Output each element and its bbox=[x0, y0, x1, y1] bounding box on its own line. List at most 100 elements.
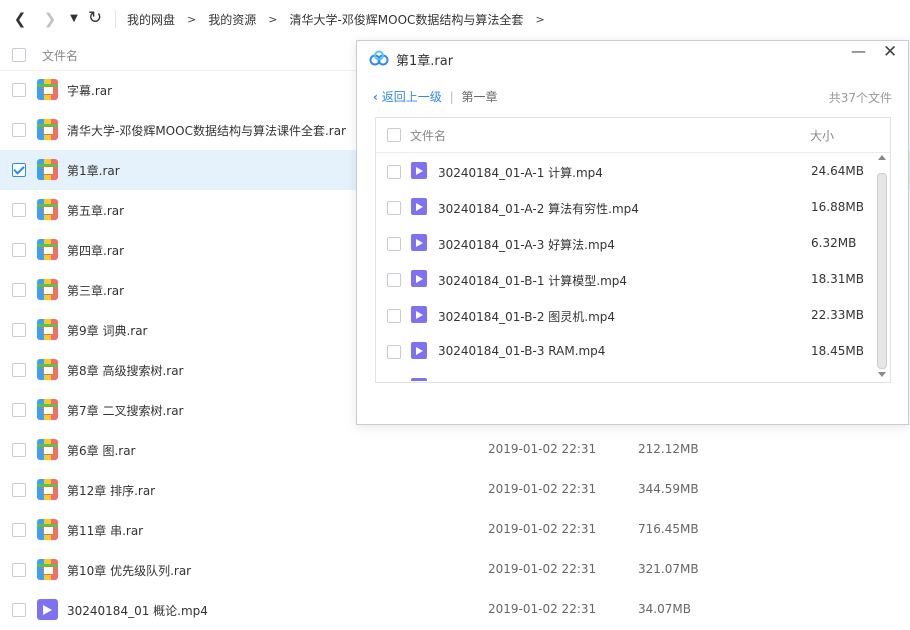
archive-file-table: 文件名 大小 30240184_01-A-1 计算.mp4 24.64MB 3024… bbox=[375, 117, 891, 383]
archive-file-icon bbox=[37, 559, 58, 580]
back-arrow-icon[interactable]: ❮ bbox=[12, 9, 28, 29]
archive-select-all-checkbox[interactable] bbox=[387, 128, 401, 142]
file-name[interactable]: 第8章 高级搜索树.rar bbox=[67, 362, 184, 379]
file-name[interactable]: 第五章.rar bbox=[67, 202, 124, 219]
row-checkbox[interactable] bbox=[12, 483, 26, 497]
scroll-down-icon[interactable] bbox=[878, 372, 886, 377]
archive-file-icon bbox=[37, 119, 58, 140]
file-name[interactable]: 第三章.rar bbox=[67, 282, 124, 299]
archive-file-name[interactable]: 30240184_01-B-3 RAM.mp4 bbox=[438, 344, 605, 358]
archive-file-row[interactable]: 30240184_01-A-3 好算法.mp4 6.32MB bbox=[376, 225, 876, 261]
archive-file-row[interactable]: 30240184_01-A-1 计算.mp4 24.64MB bbox=[376, 153, 876, 189]
file-row[interactable]: 第6章 图.rar 2019-01-02 22:31 212.12MB bbox=[0, 430, 910, 470]
archive-row-checkbox[interactable] bbox=[387, 165, 401, 179]
video-file-icon bbox=[411, 378, 427, 381]
archive-file-icon bbox=[37, 479, 58, 500]
file-size: 716.45MB bbox=[638, 522, 699, 536]
archive-file-row[interactable]: 30240184_01-B-1 计算模型.mp4 18.31MB bbox=[376, 261, 876, 297]
archive-row-checkbox[interactable] bbox=[387, 309, 401, 323]
refresh-icon[interactable]: ↻ bbox=[86, 8, 104, 28]
archive-file-row[interactable]: 30240184_01-A-2 算法有穷性.mp4 16.88MB bbox=[376, 189, 876, 225]
breadcrumb-separator: > bbox=[187, 12, 197, 26]
row-checkbox[interactable] bbox=[12, 443, 26, 457]
row-checkbox[interactable] bbox=[12, 603, 26, 617]
caret-down-icon[interactable]: ▼ bbox=[68, 9, 80, 29]
file-modified-date: 2019-01-02 22:31 bbox=[488, 562, 597, 576]
file-name[interactable]: 30240184_01 概论.mp4 bbox=[67, 602, 208, 619]
back-to-parent-label: 返回上一级 bbox=[381, 90, 442, 104]
row-checkbox[interactable] bbox=[12, 283, 26, 297]
archive-row-checkbox[interactable] bbox=[387, 273, 401, 287]
video-file-icon bbox=[411, 270, 427, 287]
file-name[interactable]: 清华大学-邓俊辉MOOC数据结构与算法课件全套.rar bbox=[67, 122, 346, 139]
archive-row-checkbox[interactable] bbox=[387, 345, 401, 359]
file-name[interactable]: 第6章 图.rar bbox=[67, 442, 136, 459]
row-checkbox[interactable] bbox=[12, 563, 26, 577]
archive-file-size: 22.33MB bbox=[811, 308, 864, 322]
row-checkbox[interactable] bbox=[12, 83, 26, 97]
file-row[interactable]: 30240184_01 概论.mp4 2019-01-02 22:31 34.07M… bbox=[0, 590, 910, 630]
archive-file-name[interactable]: 30240184_01-B-1 计算模型.mp4 bbox=[438, 272, 627, 289]
breadcrumb-item-my-resources[interactable]: 我的资源 bbox=[208, 11, 256, 28]
file-size: 34.07MB bbox=[638, 602, 691, 616]
file-name[interactable]: 第11章 串.rar bbox=[67, 522, 143, 539]
file-name[interactable]: 字幕.rar bbox=[67, 82, 112, 99]
scroll-thumb[interactable] bbox=[877, 173, 887, 369]
row-checkbox[interactable] bbox=[12, 323, 26, 337]
close-icon[interactable]: ✕ bbox=[883, 42, 897, 62]
file-size: 344.59MB bbox=[638, 482, 699, 496]
row-checkbox[interactable] bbox=[12, 203, 26, 217]
archive-file-size: 18.45MB bbox=[811, 344, 864, 358]
file-row[interactable]: 第11章 串.rar 2019-01-02 22:31 716.45MB bbox=[0, 510, 910, 550]
breadcrumb-expand[interactable]: > bbox=[535, 13, 544, 26]
archive-scrollbar[interactable] bbox=[876, 153, 890, 381]
row-checkbox[interactable] bbox=[12, 123, 26, 137]
archive-file-row[interactable]: 30240184_01-B-3 RAM.mp4 18.45MB bbox=[376, 333, 876, 369]
select-all-checkbox[interactable] bbox=[12, 48, 26, 62]
back-to-parent-link[interactable]: ‹ 返回上一级 bbox=[373, 90, 446, 104]
archive-file-icon bbox=[37, 519, 58, 540]
breadcrumb-item-my-disk[interactable]: 我的网盘 bbox=[127, 11, 175, 28]
scroll-up-icon[interactable] bbox=[878, 155, 886, 160]
archive-file-row[interactable]: 30240184_01-B-2 图灵机.mp4 22.33MB bbox=[376, 297, 876, 333]
row-checkbox[interactable] bbox=[12, 163, 26, 177]
file-name[interactable]: 第9章 词典.rar bbox=[67, 322, 148, 339]
file-modified-date: 2019-01-02 22:31 bbox=[488, 482, 597, 496]
forward-arrow-icon[interactable]: ❯ bbox=[42, 9, 58, 29]
file-name[interactable]: 第四章.rar bbox=[67, 242, 124, 259]
file-name[interactable]: 第7章 二叉搜索树.rar bbox=[67, 402, 184, 419]
dialog-titlebar[interactable]: 第1章.rar — ✕ bbox=[357, 41, 908, 75]
archive-column-size[interactable]: 大小 bbox=[810, 127, 834, 144]
archive-file-name[interactable]: 30240184_01-B-2 图灵机.mp4 bbox=[438, 308, 615, 325]
archive-file-row[interactable]: 30240184_01-C-1 大O记号.mp4 10.36MB bbox=[376, 369, 876, 381]
archive-row-checkbox[interactable] bbox=[387, 237, 401, 251]
dialog-nav: ‹ 返回上一级 | 第一章 bbox=[373, 88, 498, 105]
video-file-icon bbox=[411, 234, 427, 251]
archive-file-size: 16.88MB bbox=[811, 200, 864, 214]
column-header-filename[interactable]: 文件名 bbox=[42, 47, 78, 64]
row-checkbox[interactable] bbox=[12, 243, 26, 257]
file-row[interactable]: 第12章 排序.rar 2019-01-02 22:31 344.59MB bbox=[0, 470, 910, 510]
archive-column-filename[interactable]: 文件名 bbox=[410, 127, 446, 144]
file-name[interactable]: 第1章.rar bbox=[67, 162, 120, 179]
row-checkbox[interactable] bbox=[12, 363, 26, 377]
archive-file-name[interactable]: 30240184_01-A-2 算法有穷性.mp4 bbox=[438, 200, 639, 217]
breadcrumb-item-current-folder[interactable]: 清华大学-邓俊辉MOOC数据结构与算法全套 bbox=[289, 11, 523, 28]
archive-file-icon bbox=[37, 279, 58, 300]
archive-row-checkbox[interactable] bbox=[387, 201, 401, 215]
row-checkbox[interactable] bbox=[12, 403, 26, 417]
file-row[interactable]: 第10章 优先级队列.rar 2019-01-02 22:31 321.07MB bbox=[0, 550, 910, 590]
file-name[interactable]: 第12章 排序.rar bbox=[67, 482, 155, 499]
chevron-left-icon: ‹ bbox=[373, 90, 378, 104]
archive-file-name[interactable]: 30240184_01-C-1 大O记号.mp4 bbox=[438, 380, 625, 381]
archive-file-size: 24.64MB bbox=[811, 164, 864, 178]
row-checkbox[interactable] bbox=[12, 523, 26, 537]
archive-preview-dialog: 第1章.rar — ✕ ‹ 返回上一级 | 第一章 共37个文件 文件名 大小 … bbox=[356, 40, 909, 425]
archive-file-icon bbox=[37, 439, 58, 460]
archive-file-name[interactable]: 30240184_01-A-3 好算法.mp4 bbox=[438, 236, 615, 253]
minimize-icon[interactable]: — bbox=[851, 42, 866, 60]
file-name[interactable]: 第10章 优先级队列.rar bbox=[67, 562, 191, 579]
video-file-icon bbox=[37, 599, 58, 620]
file-modified-date: 2019-01-02 22:31 bbox=[488, 602, 597, 616]
archive-file-name[interactable]: 30240184_01-A-1 计算.mp4 bbox=[438, 164, 603, 181]
